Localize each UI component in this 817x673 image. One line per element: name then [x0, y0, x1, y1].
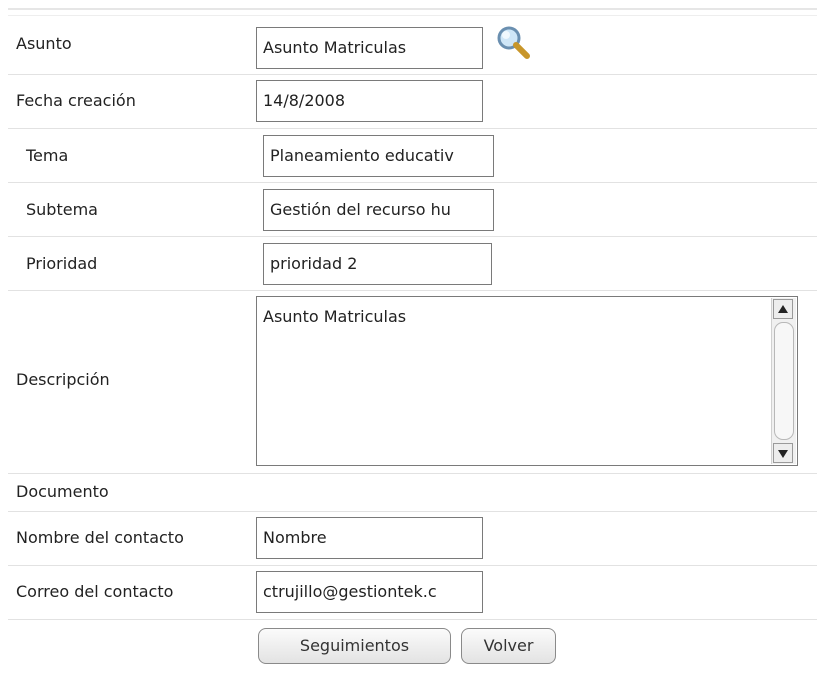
correo-contacto-field[interactable]: ctrujillo@gestiontek.c	[256, 571, 483, 613]
descripcion-textarea[interactable]: Asunto Matriculas	[256, 296, 798, 466]
fecha-creacion-field[interactable]: 14/8/2008	[256, 80, 483, 122]
label-tema: Tema	[26, 146, 69, 165]
descripcion-scrollbar[interactable]	[771, 298, 796, 464]
scroll-thumb[interactable]	[774, 322, 794, 440]
label-documento: Documento	[16, 482, 109, 501]
subtema-field[interactable]: Gestión del recurso hu	[263, 189, 494, 231]
label-descripcion: Descripción	[16, 370, 110, 389]
label-prioridad: Prioridad	[26, 254, 98, 273]
label-asunto: Asunto	[16, 34, 72, 53]
search-icon[interactable]	[496, 25, 530, 61]
label-correo-contacto: Correo del contacto	[16, 582, 174, 601]
label-nombre-contacto: Nombre del contacto	[16, 528, 184, 547]
volver-button[interactable]: Volver	[461, 628, 556, 664]
seguimientos-button[interactable]: Seguimientos	[258, 628, 451, 664]
label-subtema: Subtema	[26, 200, 98, 219]
asunto-field[interactable]: Asunto Matriculas	[256, 27, 483, 69]
nombre-contacto-field[interactable]: Nombre	[256, 517, 483, 559]
label-fecha-creacion: Fecha creación	[16, 91, 136, 110]
scroll-up-arrow-icon[interactable]	[773, 299, 793, 319]
prioridad-field[interactable]: prioridad 2	[263, 243, 492, 285]
descripcion-text: Asunto Matriculas	[263, 307, 407, 326]
top-border	[8, 8, 817, 10]
scroll-down-arrow-icon[interactable]	[773, 443, 793, 463]
tema-field[interactable]: Planeamiento educativ	[263, 135, 494, 177]
row-documento: Documento	[8, 473, 817, 512]
